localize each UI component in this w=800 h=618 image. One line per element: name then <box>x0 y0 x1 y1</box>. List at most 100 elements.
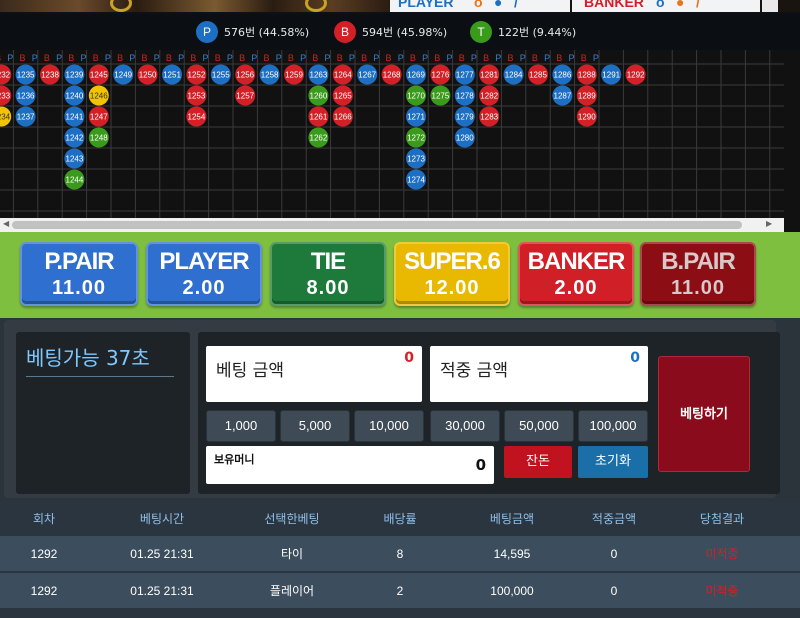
road-bead: 1269 <box>406 64 426 85</box>
bet-form: 베팅 금액 0 적중 금액 0 1,000 5,000 10,000 30,000 50… <box>198 332 780 494</box>
place-bet-button[interactable]: 베팅하기 <box>658 356 750 472</box>
road-bead: 1256 <box>235 64 256 85</box>
bead-road-grid: BPBPBPBPBPBPBPBPBPBPBPBPBPBPBPBPBPBPBPBP… <box>0 50 784 218</box>
road-header-letter: P <box>56 53 62 63</box>
road-header-letter: B <box>483 53 489 63</box>
reset-button[interactable]: 초기화 <box>578 446 648 478</box>
win-amount-field: 적중 금액 0 <box>430 346 648 402</box>
win-amount-value: 0 <box>630 350 640 366</box>
road-header-letter: P <box>276 53 282 63</box>
banker-road-panel: BANKER o ● / <box>572 0 760 12</box>
road-bead: 1268 <box>381 64 402 85</box>
road-bead: 1287 <box>552 85 573 106</box>
road-header-letter: B <box>459 53 465 63</box>
road-bead-number: 1269 <box>407 71 425 80</box>
road-bead-number: 1265 <box>334 92 352 101</box>
road-vertical-scrollbar[interactable] <box>784 50 800 232</box>
road-bead-number: 1239 <box>66 71 84 80</box>
bet-amount-field[interactable]: 베팅 금액 0 <box>206 346 422 402</box>
road-header-letter: B <box>215 53 221 63</box>
road-bead: 1247 <box>88 106 109 127</box>
road-header-letter: B <box>0 53 1 63</box>
road-bead-number: 1257 <box>236 92 254 101</box>
road-bead: 1272 <box>406 127 426 148</box>
dot-icon: ● <box>676 0 685 10</box>
road-bead: 1263 <box>308 64 329 85</box>
chip-button[interactable]: 100,000 <box>578 410 648 442</box>
history-row: 1292 01.25 21:31 타이 8 14,595 0 미적중 <box>0 536 800 572</box>
road-bead: 1239 <box>64 64 85 85</box>
road-header-letter: P <box>422 53 428 63</box>
road-bead: 1246 <box>88 85 109 106</box>
betting-timer: 베팅가능 37초 <box>26 346 150 370</box>
bet-option-banker[interactable]: BANKER 2.00 <box>518 242 634 306</box>
bet-option-super-6[interactable]: SUPER.6 12.00 <box>394 242 510 306</box>
scroll-right-icon[interactable]: ▶ <box>766 219 772 228</box>
banker-stat: B 594번 (45.98%) <box>334 21 448 43</box>
road-header-letter: P <box>251 53 257 63</box>
history-cell: 100,000 <box>490 584 534 598</box>
road-bead: 1290 <box>576 106 597 127</box>
road-bead: 1283 <box>479 106 500 127</box>
road-header-letter: B <box>93 53 99 63</box>
timer-box: 베팅가능 37초 <box>16 332 190 494</box>
road-bead-number: 1276 <box>432 71 450 80</box>
road-bead: 1244 <box>64 169 85 190</box>
history-header-cell: 당첨결과 <box>699 512 745 526</box>
road-bead: 1242 <box>64 127 85 148</box>
scroll-thumb[interactable] <box>12 221 742 229</box>
bet-option-b-pair[interactable]: B.PAIR 11.00 <box>640 242 756 306</box>
top-scrollbar[interactable] <box>762 0 778 12</box>
road-bead-number: 1251 <box>163 71 181 80</box>
road-bead-number: 1281 <box>480 71 498 80</box>
road-header-letter: P <box>7 53 13 63</box>
banker-stat-text: 594번 (45.98%) <box>362 26 448 39</box>
bet-amount-value: 0 <box>404 350 414 366</box>
road-bead-number: 1287 <box>554 92 572 101</box>
chip-button[interactable]: 50,000 <box>504 410 574 442</box>
chip-button[interactable]: 5,000 <box>280 410 350 442</box>
bet-option-player[interactable]: PLAYER 2.00 <box>146 242 262 306</box>
road-bead: 1273 <box>406 148 426 169</box>
bet-option-name: SUPER.6 <box>404 248 501 275</box>
road-header-letter: P <box>593 53 599 63</box>
change-button[interactable]: 잔돈 <box>504 446 572 478</box>
scroll-left-icon[interactable]: ◀ <box>3 219 9 228</box>
road-bead: 1234 <box>0 106 12 127</box>
road-scrollbar[interactable]: ◀ ▶ <box>0 218 784 232</box>
road-bead: 1243 <box>64 148 85 169</box>
road-bead: 1254 <box>186 106 207 127</box>
bet-option-odds: 11.00 <box>52 277 106 299</box>
road-bead-number: 1237 <box>17 113 35 122</box>
road-header-letter: B <box>44 53 50 63</box>
chip-button[interactable]: 1,000 <box>206 410 276 442</box>
chip-button[interactable]: 10,000 <box>354 410 424 442</box>
road-header-letter: B <box>410 53 416 63</box>
road-header-letter: P <box>202 53 208 63</box>
road-bead: 1288 <box>576 64 597 85</box>
road-bead-number: 1277 <box>456 71 474 80</box>
bet-option-tie[interactable]: TIE 8.00 <box>270 242 386 306</box>
bet-option-p-pair[interactable]: P.PAIR 11.00 <box>20 242 138 306</box>
road-bead-number: 1256 <box>236 71 254 80</box>
bet-option-odds: 8.00 <box>306 277 350 299</box>
bet-option-name: PLAYER <box>159 248 249 275</box>
road-bead: 1285 <box>528 64 548 85</box>
road-bead-number: 1247 <box>90 113 108 122</box>
road-header-letter: B <box>337 53 343 63</box>
road-header-letter: P <box>32 53 38 63</box>
road-bead: 1264 <box>332 64 353 85</box>
history-cell: 미적중 <box>705 584 739 598</box>
road-bead: 1278 <box>454 85 475 106</box>
chip-button[interactable]: 30,000 <box>430 410 500 442</box>
road-bead-number: 1289 <box>578 92 596 101</box>
road-bead: 1281 <box>479 64 500 85</box>
road-header-letter: B <box>556 53 562 63</box>
bet-control-panel: 베팅가능 37초 베팅 금액 0 적중 금액 0 1,000 5,000 10,00… <box>0 318 800 502</box>
road-bead: 1286 <box>552 64 573 85</box>
road-bead: 1270 <box>406 85 426 106</box>
road-bead: 1261 <box>308 106 329 127</box>
road-bead-number: 1261 <box>310 113 328 122</box>
ring-icon: o <box>656 0 665 10</box>
road-bead-number: 1274 <box>407 176 425 185</box>
